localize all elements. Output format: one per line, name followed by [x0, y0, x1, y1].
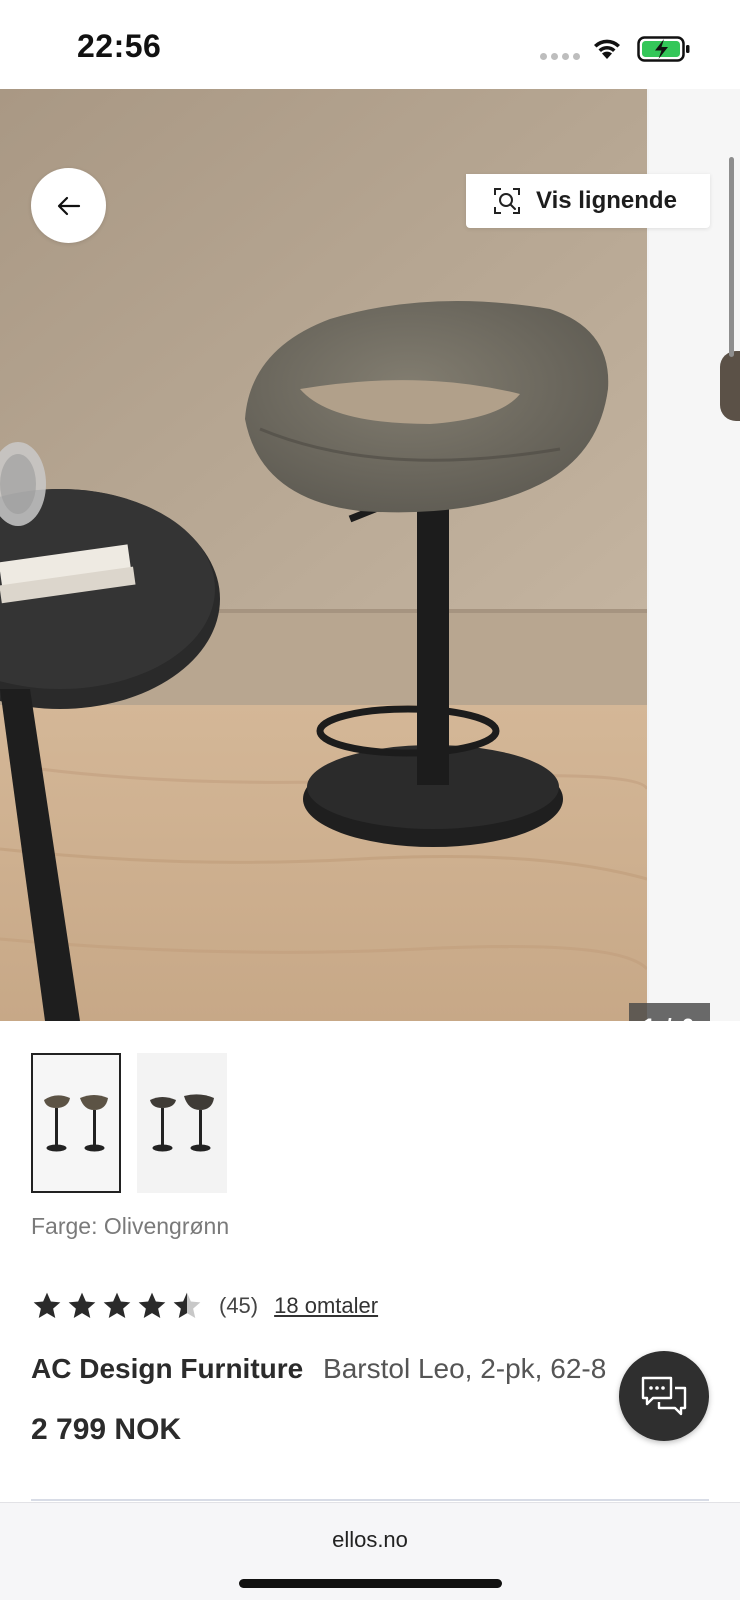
thumbnail-image — [150, 1094, 214, 1152]
next-image-peek — [649, 89, 740, 1021]
wifi-icon — [594, 39, 620, 59]
reviews-link[interactable]: 18 omtaler — [274, 1293, 378, 1319]
star-full-icon — [33, 1292, 61, 1318]
product-brand[interactable]: AC Design Furniture — [31, 1353, 303, 1384]
rating-count: (45) — [219, 1293, 259, 1318]
star-rating — [31, 1290, 203, 1322]
product-image-gallery[interactable]: Vis lignende 1 / 6 — [0, 89, 740, 1021]
status-time: 22:56 — [77, 28, 162, 64]
signal-dots-icon — [540, 53, 580, 60]
star-half-icon — [173, 1292, 201, 1318]
product-name: Barstol Leo, 2-pk, 62-8 — [323, 1353, 607, 1384]
chat-button[interactable] — [619, 1351, 709, 1441]
battery-charging-icon — [637, 36, 690, 62]
star-full-icon — [138, 1292, 166, 1318]
section-divider — [31, 1499, 709, 1501]
peek-chair-image — [720, 351, 740, 421]
scroll-indicator — [729, 157, 734, 357]
thumbnail-2[interactable] — [137, 1053, 227, 1193]
home-indicator[interactable] — [239, 1579, 502, 1588]
image-counter: 1 / 6 — [629, 1003, 710, 1021]
thumbnail-strip — [31, 1053, 227, 1193]
rating-row: (45) 18 omtaler — [31, 1290, 378, 1322]
chat-bubbles-icon — [641, 1376, 687, 1416]
product-price: 2 799 NOK — [31, 1413, 182, 1446]
thumbnail-1[interactable] — [31, 1053, 121, 1193]
thumbnail-image — [44, 1095, 108, 1152]
show-similar-button[interactable]: Vis lignende — [466, 174, 710, 228]
product-title: AC Design Furniture Barstol Leo, 2-pk, 6… — [31, 1353, 661, 1385]
image-search-icon — [494, 188, 520, 214]
star-full-icon — [68, 1292, 96, 1318]
show-similar-label: Vis lignende — [536, 187, 677, 214]
url-address[interactable]: ellos.no — [0, 1527, 740, 1553]
back-button[interactable] — [31, 168, 106, 243]
browser-bottom-bar: ellos.no — [0, 1502, 740, 1600]
status-bar: 22:56 — [0, 0, 740, 89]
color-label: Farge: Olivengrønn — [31, 1213, 230, 1239]
star-full-icon — [103, 1292, 131, 1318]
arrow-left-icon — [57, 196, 80, 215]
